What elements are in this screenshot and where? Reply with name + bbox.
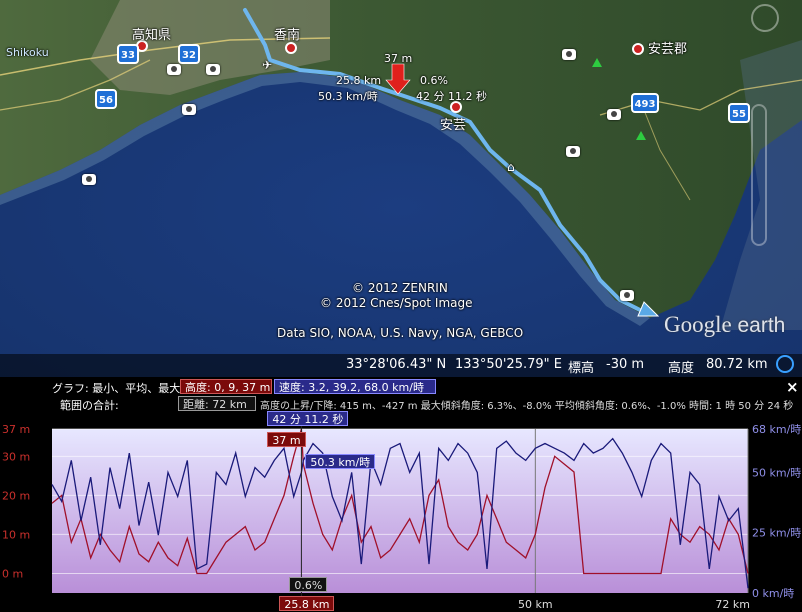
elevation-profile-chart[interactable]: 37 m 30 m 20 m 10 m 0 m 68 km/時 50 km/時 25 km/時… bbox=[0, 412, 802, 612]
city-marker-aki-district[interactable] bbox=[632, 43, 644, 55]
status-latitude: 33°28'06.43" N bbox=[346, 357, 447, 372]
place-shikoku: Shikoku bbox=[6, 46, 49, 59]
map-view[interactable]: Shikoku 高知県 香南 安芸 安芸郡 33 32 56 493 55 ✈ … bbox=[0, 0, 802, 377]
mountain-icon[interactable] bbox=[636, 131, 646, 140]
place-aki-district: 安芸郡 bbox=[648, 42, 688, 57]
x-tick-label: 50 km bbox=[518, 598, 553, 611]
y-left-tick-label: 10 m bbox=[2, 528, 30, 541]
cursor-time-tag: 42 分 11.2 秒 bbox=[267, 411, 349, 426]
photo-icon[interactable] bbox=[566, 146, 580, 157]
close-icon[interactable]: × bbox=[786, 378, 799, 396]
graph-label: グラフ: 最小、平均、最大 bbox=[52, 382, 181, 395]
google-earth-logo: Google earth bbox=[664, 312, 785, 338]
place-aki: 安芸 bbox=[440, 118, 467, 133]
status-longitude: 133°50'25.79" E bbox=[455, 357, 562, 372]
position-marker-icon[interactable] bbox=[386, 64, 410, 94]
status-bar: 33°28'06.43" N 133°50'25.79" E 標高 -30 m … bbox=[0, 354, 802, 377]
museum-icon[interactable]: ⌂ bbox=[507, 160, 515, 174]
photo-icon[interactable] bbox=[82, 174, 96, 185]
place-konan: 香南 bbox=[274, 28, 301, 43]
route-shield-493: 493 bbox=[631, 93, 659, 113]
photo-icon[interactable] bbox=[167, 64, 181, 75]
city-marker-konan[interactable] bbox=[285, 42, 297, 54]
marker-speed-label: 50.3 km/時 bbox=[318, 90, 378, 103]
cursor-distance-tag: 25.8 km bbox=[279, 596, 335, 611]
mountain-icon[interactable] bbox=[592, 58, 602, 67]
credit-cnes: © 2012 Cnes/Spot Image bbox=[320, 296, 473, 310]
cursor-slope-tag: 0.6% bbox=[289, 577, 328, 592]
photo-icon[interactable] bbox=[206, 64, 220, 75]
y-left-tick-label: 20 m bbox=[2, 489, 30, 502]
place-kochi-pref: 高知県 bbox=[132, 28, 172, 43]
y-right-tick-label: 50 km/時 bbox=[752, 466, 801, 479]
plot-area[interactable] bbox=[52, 429, 748, 593]
logo-word-earth: earth bbox=[737, 314, 786, 337]
y-right-tick-label: 25 km/時 bbox=[752, 527, 801, 540]
logo-word-google: Google bbox=[664, 312, 732, 337]
y-left-tick-label: 30 m bbox=[2, 450, 30, 463]
x-tick-label: 72 km bbox=[715, 598, 750, 611]
status-altitude-value: 80.72 km bbox=[706, 357, 768, 372]
speed-stats-badge[interactable]: 速度: 3.2, 39.2, 68.0 km/時 bbox=[274, 379, 436, 394]
y-left-tick-label: 37 m bbox=[2, 423, 30, 436]
y-right-tick-label: 0 km/時 bbox=[752, 587, 794, 600]
route-shield-33: 33 bbox=[117, 44, 139, 64]
photo-icon[interactable] bbox=[562, 49, 576, 60]
status-altitude-label: 高度 bbox=[668, 361, 695, 376]
range-summary: 高度の上昇/下降: 415 m、-427 m 最大傾斜角度: 6.3%、-8.0… bbox=[260, 401, 794, 412]
credit-data: Data SIO, NOAA, U.S. Navy, NGA, GEBCO bbox=[277, 326, 524, 340]
route-shield-56: 56 bbox=[95, 89, 117, 109]
photo-icon[interactable] bbox=[620, 290, 634, 301]
distance-stats-badge[interactable]: 距離: 72 km bbox=[178, 396, 256, 411]
marker-slope-label: 0.6% bbox=[420, 74, 448, 87]
elevation-stats-badge[interactable]: 高度: 0, 9, 37 m bbox=[180, 379, 272, 394]
photo-icon[interactable] bbox=[182, 104, 196, 115]
status-elevation-value: -30 m bbox=[606, 357, 645, 372]
cursor-elevation-tag: 37 m bbox=[267, 432, 306, 447]
status-elevation-label: 標高 bbox=[568, 361, 595, 376]
marker-time-label: 42 分 11.2 秒 bbox=[416, 90, 487, 103]
y-right-tick-label: 68 km/時 bbox=[752, 423, 801, 436]
marker-distance-label: 25.8 km bbox=[336, 74, 382, 87]
range-label: 範囲の合計: bbox=[60, 399, 119, 412]
cursor-speed-tag: 50.3 km/時 bbox=[305, 454, 376, 469]
photo-icon[interactable] bbox=[607, 109, 621, 120]
airport-icon[interactable]: ✈ bbox=[262, 58, 272, 72]
credit-zenrin: © 2012 ZENRIN bbox=[352, 281, 448, 295]
streaming-indicator-icon bbox=[776, 355, 794, 373]
route-shield-32: 32 bbox=[178, 44, 200, 64]
y-left-tick-label: 0 m bbox=[2, 567, 23, 580]
route-shield-55: 55 bbox=[728, 103, 750, 123]
